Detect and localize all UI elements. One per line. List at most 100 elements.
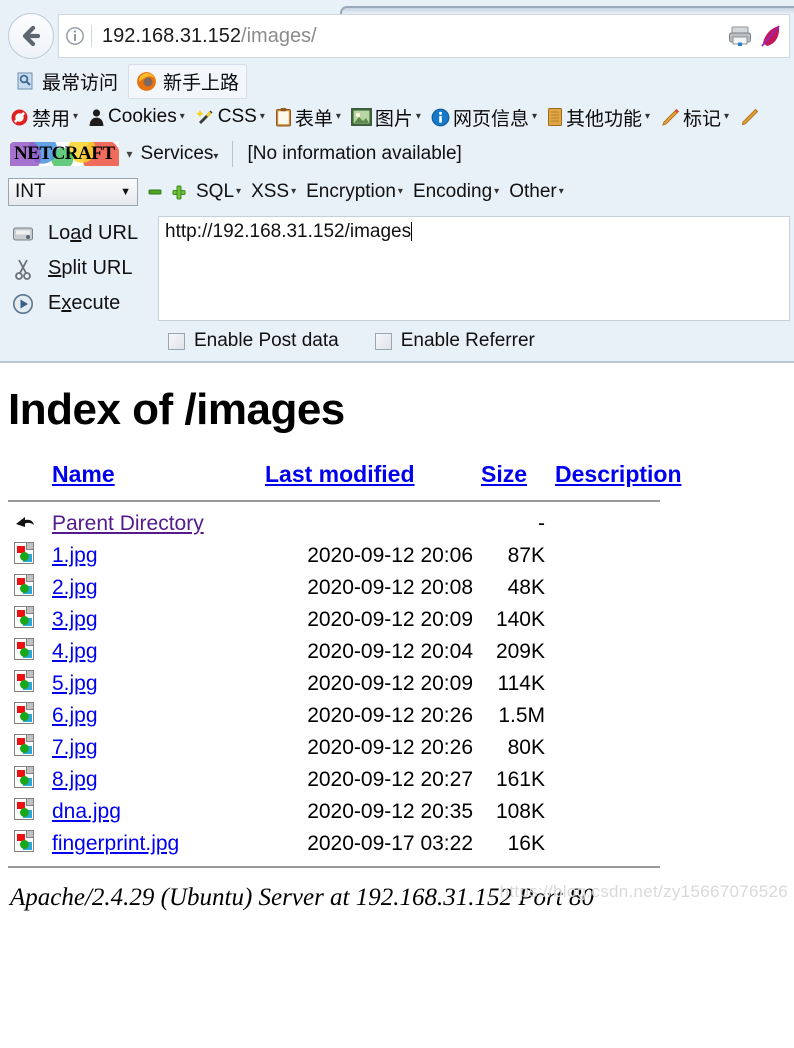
file-link[interactable]: 3.jpg xyxy=(52,608,98,631)
table-row[interactable]: 4.jpg 2020-09-12 20:04 209K xyxy=(8,636,695,668)
table-row[interactable]: 1.jpg 2020-09-12 20:06 87K xyxy=(8,540,695,572)
table-row[interactable]: 6.jpg 2020-09-12 20:26 1.5M xyxy=(8,700,695,732)
bookmarks-toolbar: 最常访问 新手上路 xyxy=(0,62,794,100)
feather-pen-icon[interactable] xyxy=(759,23,783,49)
hackbar-menu-xss[interactable]: XSS ▾ xyxy=(251,181,296,203)
netcraft-toolbar: NETCRAFT ▾ Services▾ [No information ava… xyxy=(0,134,794,174)
file-link[interactable]: 2.jpg xyxy=(52,576,98,599)
pencil-icon xyxy=(662,108,680,126)
image-file-icon xyxy=(14,670,34,692)
file-link[interactable]: 7.jpg xyxy=(52,736,98,759)
hackbar-menu-label: Other xyxy=(509,181,557,202)
enable-post-data-checkbox[interactable]: Enable Post data xyxy=(168,330,339,352)
load-url-button[interactable]: Load URL xyxy=(10,216,158,251)
scissors-glyph-icon xyxy=(15,259,31,280)
header-divider xyxy=(8,500,660,502)
back-button[interactable] xyxy=(8,13,54,59)
info-blue-icon xyxy=(431,108,450,126)
urlbar-actions xyxy=(727,23,789,49)
netcraft-services-button[interactable]: Services▾ xyxy=(141,143,219,165)
row-date-cell: 2020-09-12 20:35 xyxy=(307,800,473,823)
sort-by-size-link[interactable]: Size xyxy=(481,461,527,487)
row-icon-cell xyxy=(8,604,52,636)
row-size-cell: 16K xyxy=(507,832,545,855)
row-date-cell xyxy=(265,508,481,540)
back-arrow-icon xyxy=(22,25,41,47)
hackbar-menu-sql[interactable]: SQL ▾ xyxy=(196,181,241,203)
row-name-cell: Parent Directory xyxy=(52,508,265,540)
table-row[interactable]: 2.jpg 2020-09-12 20:08 48K xyxy=(8,572,695,604)
hackbar-url-input[interactable]: http://192.168.31.152/images xyxy=(158,216,790,321)
image-file-icon xyxy=(14,542,34,564)
ext-label: CSS xyxy=(217,106,257,127)
ext-disable[interactable]: 禁用 ▾ xyxy=(6,104,82,131)
table-row[interactable]: 8.jpg 2020-09-12 20:27 161K xyxy=(8,764,695,796)
misc-orange-icon xyxy=(547,108,562,126)
header-name: Name xyxy=(52,461,265,494)
sort-by-modified-link[interactable]: Last modified xyxy=(265,461,415,487)
sort-by-description-link[interactable]: Description xyxy=(555,461,682,487)
checkbox-box[interactable] xyxy=(168,332,185,350)
hackbar-menu-encoding[interactable]: Encoding ▾ xyxy=(413,181,499,203)
ext-form[interactable]: 表单 ▾ xyxy=(271,104,345,131)
execute-play-icon xyxy=(10,293,36,315)
table-row[interactable]: fingerprint.jpg 2020-09-17 03:22 16K xyxy=(8,828,695,860)
bookmark-most-visited[interactable]: 最常访问 xyxy=(8,64,126,99)
ext-mark[interactable]: 标记 ▾ xyxy=(656,104,733,131)
address-bar[interactable]: 192.168.31.152/images/ xyxy=(58,14,790,58)
chevron-down-icon: ▾ xyxy=(73,111,79,122)
hackbar-menu-label: SQL xyxy=(196,181,235,202)
enable-referrer-checkbox[interactable]: Enable Referrer xyxy=(374,330,535,352)
ext-ruler[interactable] xyxy=(735,108,766,127)
split-url-button[interactable]: Split URL xyxy=(10,251,158,286)
file-link[interactable]: fingerprint.jpg xyxy=(52,832,179,855)
firefox-icon xyxy=(137,71,156,91)
file-link[interactable]: 6.jpg xyxy=(52,704,98,727)
minus-icon[interactable] xyxy=(148,185,162,199)
table-row[interactable]: 7.jpg 2020-09-12 20:26 80K xyxy=(8,732,695,764)
netcraft-menu-caret-icon[interactable]: ▾ xyxy=(127,147,133,161)
table-row[interactable]: 5.jpg 2020-09-12 20:09 114K xyxy=(8,668,695,700)
header-description: Description xyxy=(545,461,695,494)
parent-directory-link[interactable]: Parent Directory xyxy=(52,512,204,535)
chevron-down-icon: ▾ xyxy=(558,186,564,197)
chevron-down-icon: ▾ xyxy=(179,111,185,122)
image-file-icon xyxy=(14,574,34,596)
execute-button[interactable]: Execute xyxy=(10,286,158,321)
bookmark-label: 最常访问 xyxy=(42,72,119,94)
hackbar-menu-other[interactable]: Other ▾ xyxy=(509,181,564,203)
checkbox-box[interactable] xyxy=(374,332,392,350)
file-link[interactable]: 5.jpg xyxy=(52,672,98,695)
table-row[interactable]: 3.jpg 2020-09-12 20:09 140K xyxy=(8,604,695,636)
file-link[interactable]: dna.jpg xyxy=(52,800,121,823)
row-date-cell: 2020-09-12 20:09 xyxy=(307,608,473,631)
sort-by-name-link[interactable]: Name xyxy=(52,461,115,487)
ext-images[interactable]: 图片 ▾ xyxy=(347,104,425,131)
row-date-cell: 2020-09-12 20:26 xyxy=(307,736,473,759)
url-text[interactable]: 192.168.31.152/images/ xyxy=(92,25,727,48)
minus-glyph-icon xyxy=(148,189,162,195)
plus-icon[interactable] xyxy=(172,185,186,200)
chevron-down-icon: ▾ xyxy=(291,186,297,197)
ext-cookies[interactable]: Cookies ▾ xyxy=(84,106,189,128)
back-arrow-glyph-icon xyxy=(16,517,34,527)
site-identity-button[interactable] xyxy=(59,26,91,46)
file-link[interactable]: 8.jpg xyxy=(52,768,98,791)
ext-page-info[interactable]: 网页信息 ▾ xyxy=(427,104,541,131)
hackbar-int-select[interactable]: INT ▼ xyxy=(8,178,138,206)
image-icon xyxy=(350,108,372,126)
bookmark-getting-started[interactable]: 新手上路 xyxy=(128,63,248,99)
file-link[interactable]: 4.jpg xyxy=(52,640,98,663)
row-desc-cell xyxy=(545,636,695,668)
ext-css[interactable]: CSS ▾ xyxy=(191,106,269,128)
row-icon-cell xyxy=(8,508,52,540)
hackbar-url-area: http://192.168.31.152/images xyxy=(158,216,794,321)
apache-index-page: Index of /images Name Last modified Size… xyxy=(0,385,794,912)
printer-icon[interactable] xyxy=(727,23,753,49)
ext-misc[interactable]: 其他功能 ▾ xyxy=(543,104,654,131)
browser-tab-partial[interactable] xyxy=(340,6,794,14)
hackbar-menu-encryption[interactable]: Encryption ▾ xyxy=(306,181,403,203)
file-link[interactable]: 1.jpg xyxy=(52,544,98,567)
table-row[interactable]: Parent Directory - xyxy=(8,508,695,540)
table-row[interactable]: dna.jpg 2020-09-12 20:35 108K xyxy=(8,796,695,828)
